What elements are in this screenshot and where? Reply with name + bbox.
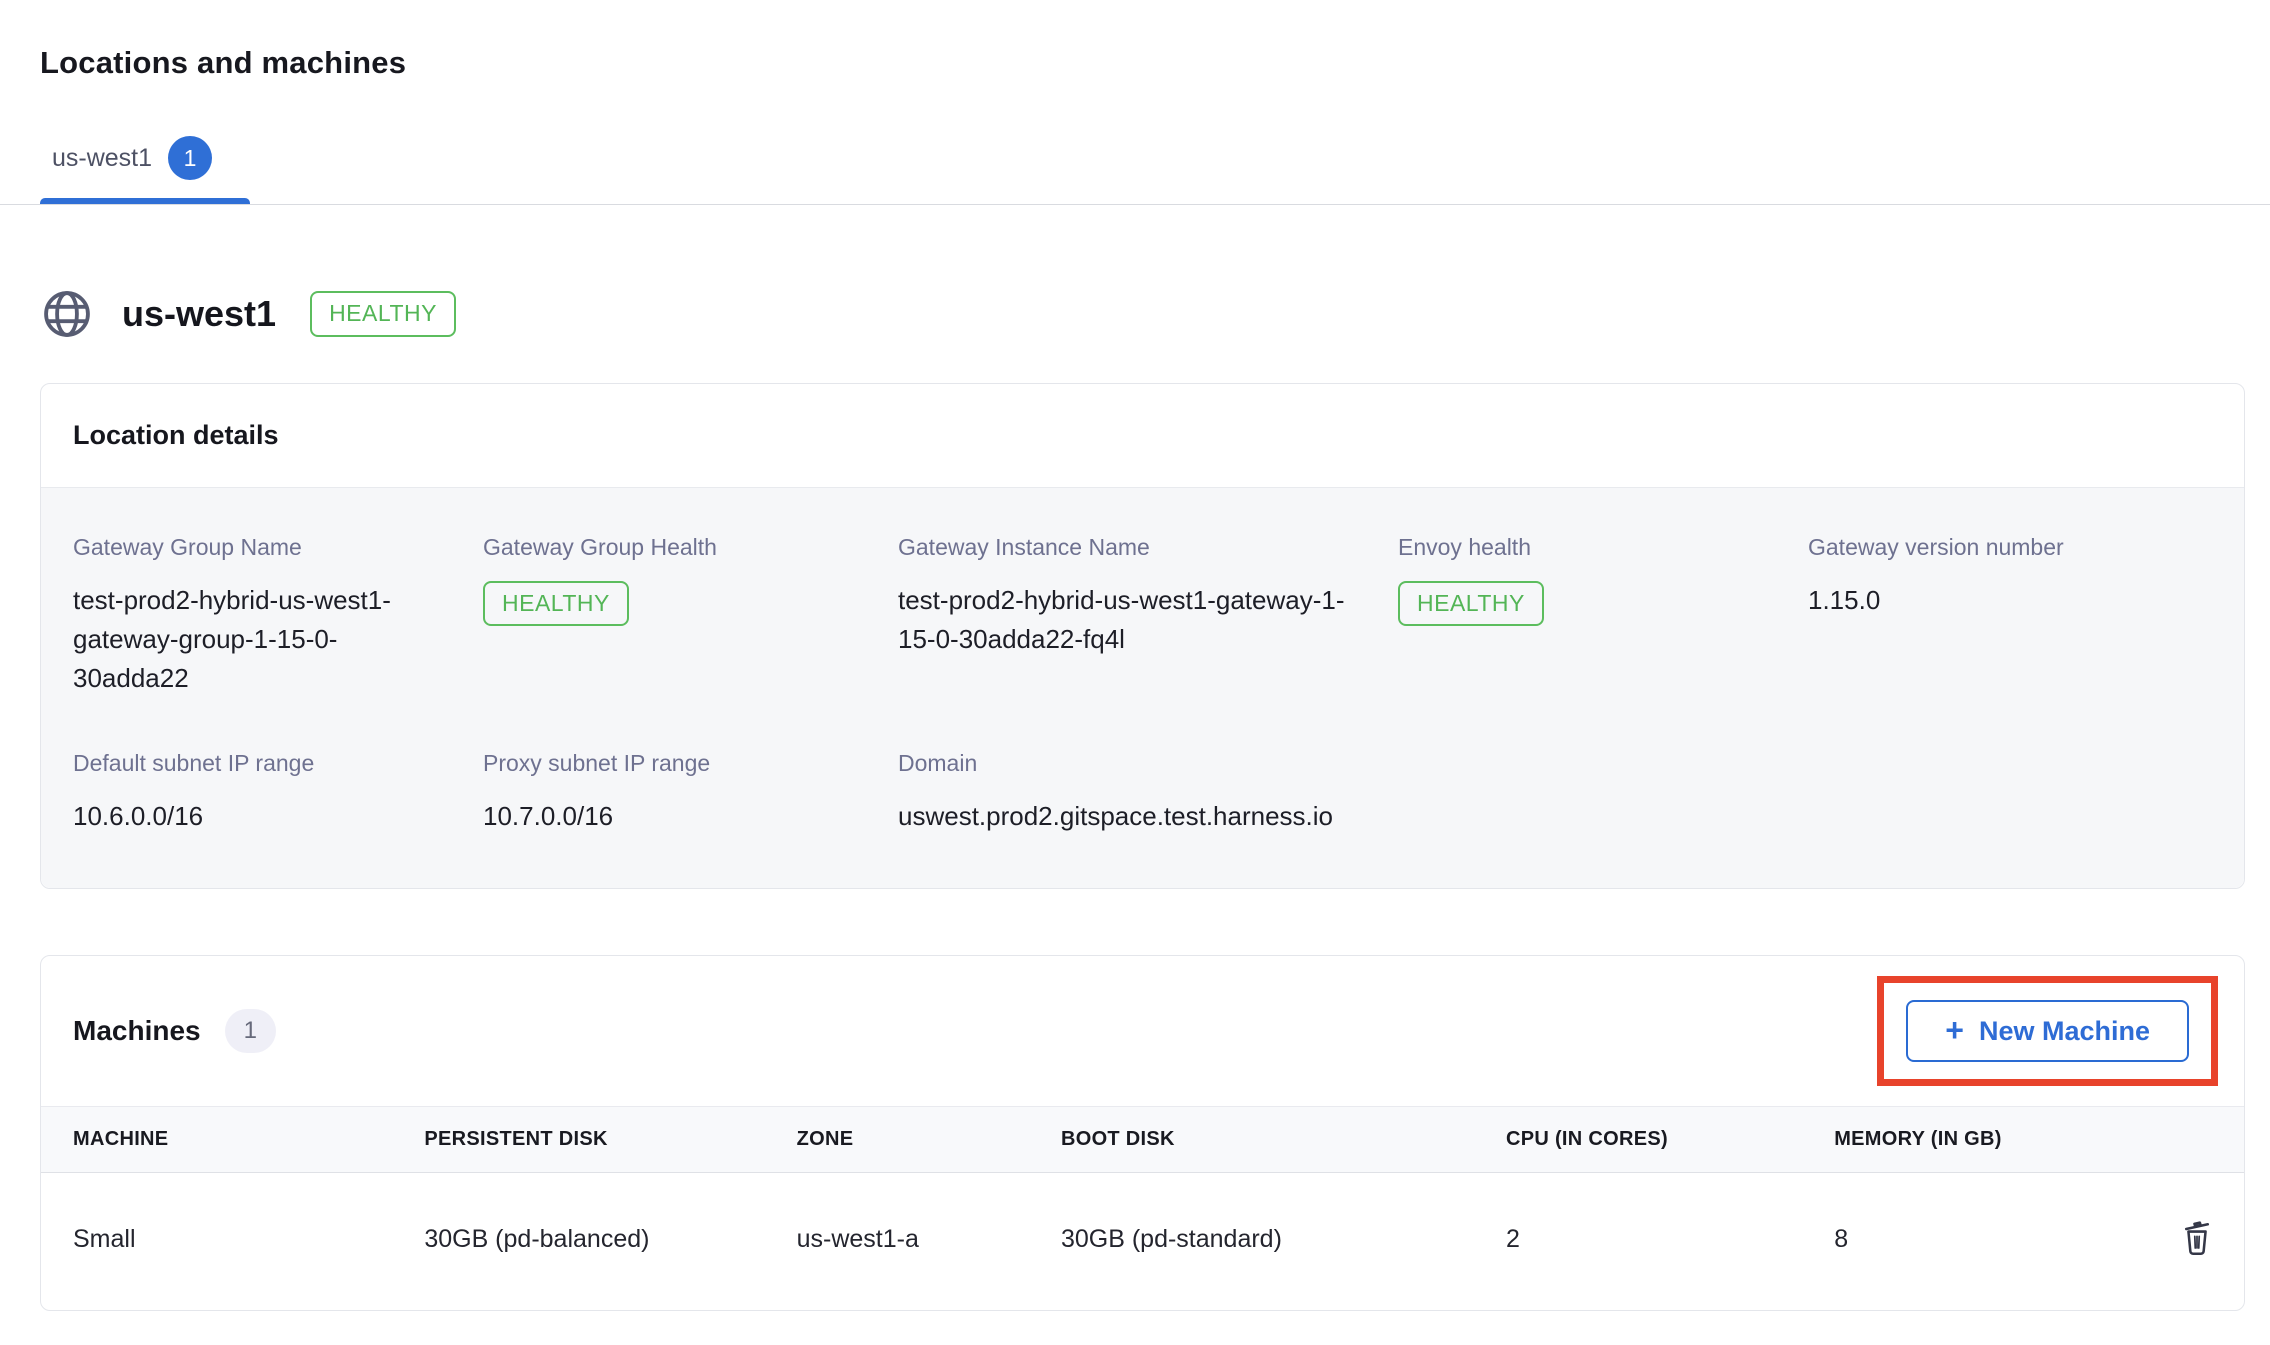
field-gateway-version: Gateway version number 1.15.0 <box>1808 534 2212 698</box>
globe-icon <box>40 287 94 341</box>
location-details-header: Location details <box>41 384 2244 487</box>
new-machine-button[interactable]: + New Machine <box>1906 1000 2189 1062</box>
field-value: 1.15.0 <box>1808 581 2212 620</box>
delete-machine-button[interactable] <box>2178 1215 2216 1257</box>
details-row-2: Default subnet IP range 10.6.0.0/16 Prox… <box>73 750 2212 836</box>
machines-title: Machines <box>73 1015 201 1047</box>
field-gateway-group-name: Gateway Group Name test-prod2-hybrid-us-… <box>73 534 483 698</box>
envoy-health-badge: HEALTHY <box>1398 581 1544 626</box>
col-cpu: CPU (IN CORES) <box>1506 1107 1834 1173</box>
field-label: Gateway Instance Name <box>898 534 1398 561</box>
field-label: Gateway Group Name <box>73 534 483 561</box>
field-value: 10.7.0.0/16 <box>483 797 898 836</box>
field-value: test-prod2-hybrid-us-west1-gateway-1-15-… <box>898 581 1353 659</box>
field-value: uswest.prod2.gitspace.test.harness.io <box>898 797 1398 836</box>
field-value: test-prod2-hybrid-us-west1-gateway-group… <box>73 581 408 698</box>
col-actions <box>2167 1107 2244 1173</box>
red-highlight-annotation: + New Machine <box>1877 976 2218 1086</box>
cell-boot-disk: 30GB (pd-standard) <box>1061 1173 1506 1311</box>
field-label: Gateway Group Health <box>483 534 898 561</box>
col-boot-disk: BOOT DISK <box>1061 1107 1506 1173</box>
field-proxy-subnet: Proxy subnet IP range 10.7.0.0/16 <box>483 750 898 836</box>
cell-persistent-disk: 30GB (pd-balanced) <box>424 1173 796 1311</box>
machines-table-header-row: MACHINE PERSISTENT DISK ZONE BOOT DISK C… <box>41 1107 2244 1173</box>
cell-machine: Small <box>41 1173 424 1311</box>
trash-icon <box>2178 1215 2216 1257</box>
cell-zone: us-west1-a <box>797 1173 1061 1311</box>
gateway-group-health-badge: HEALTHY <box>483 581 629 626</box>
new-machine-label: New Machine <box>1979 1016 2150 1047</box>
location-heading: us-west1 HEALTHY <box>40 287 2245 341</box>
field-label: Domain <box>898 750 1398 777</box>
tab-label: us-west1 <box>52 144 152 173</box>
field-gateway-instance-name: Gateway Instance Name test-prod2-hybrid-… <box>898 534 1398 698</box>
col-memory: MEMORY (IN GB) <box>1834 1107 2167 1173</box>
location-details-card: Location details Gateway Group Name test… <box>40 383 2245 889</box>
cell-memory: 8 <box>1834 1173 2167 1311</box>
tab-count-badge: 1 <box>168 136 212 180</box>
machines-count-badge: 1 <box>225 1009 276 1053</box>
location-name: us-west1 <box>122 293 276 335</box>
location-details-title: Location details <box>73 420 279 450</box>
machine-row-small: Small 30GB (pd-balanced) us-west1-a 30GB… <box>41 1173 2244 1311</box>
field-label: Proxy subnet IP range <box>483 750 898 777</box>
page-title: Locations and machines <box>40 45 2245 81</box>
tab-us-west1[interactable]: us-west1 1 <box>52 136 212 204</box>
machines-card: Machines 1 + New Machine MACHINE PERSIST… <box>40 955 2245 1311</box>
col-persistent-disk: PERSISTENT DISK <box>424 1107 796 1173</box>
field-label: Default subnet IP range <box>73 750 483 777</box>
field-value: 10.6.0.0/16 <box>73 797 483 836</box>
plus-icon: + <box>1945 1014 1964 1046</box>
field-label: Gateway version number <box>1808 534 2212 561</box>
location-details-body: Gateway Group Name test-prod2-hybrid-us-… <box>41 487 2244 888</box>
field-default-subnet: Default subnet IP range 10.6.0.0/16 <box>73 750 483 836</box>
machines-header: Machines 1 + New Machine <box>41 956 2244 1106</box>
location-tabs: us-west1 1 <box>40 136 2245 204</box>
tabs-divider <box>0 204 2270 205</box>
location-status-badge: HEALTHY <box>310 291 456 336</box>
machines-title-group: Machines 1 <box>73 1009 276 1053</box>
field-gateway-group-health: Gateway Group Health HEALTHY <box>483 534 898 698</box>
field-domain: Domain uswest.prod2.gitspace.test.harnes… <box>898 750 1398 836</box>
machines-table: MACHINE PERSISTENT DISK ZONE BOOT DISK C… <box>41 1106 2244 1310</box>
field-envoy-health: Envoy health HEALTHY <box>1398 534 1808 698</box>
locations-page: Locations and machines us-west1 1 us-wes… <box>0 45 2270 1311</box>
col-machine: MACHINE <box>41 1107 424 1173</box>
details-row-1: Gateway Group Name test-prod2-hybrid-us-… <box>73 534 2212 698</box>
col-zone: ZONE <box>797 1107 1061 1173</box>
active-tab-underline <box>40 198 250 204</box>
cell-cpu: 2 <box>1506 1173 1834 1311</box>
field-label: Envoy health <box>1398 534 1808 561</box>
